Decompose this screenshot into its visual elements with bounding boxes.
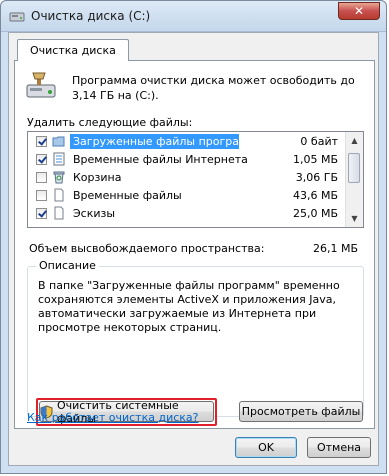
disk-cleanup-large-icon bbox=[25, 71, 59, 101]
checkbox[interactable] bbox=[36, 207, 47, 219]
item-name: Корзина bbox=[73, 170, 122, 184]
cleanup-summary-text: Программа очистки диска может освободить… bbox=[72, 74, 355, 102]
checkbox[interactable] bbox=[36, 189, 47, 201]
description-legend: Описание bbox=[36, 259, 99, 272]
item-name: Загруженные файлы программ bbox=[70, 133, 256, 149]
list-item[interactable]: Эскизы 25,0 МБ bbox=[28, 204, 346, 222]
list-item[interactable]: Корзина 3,06 ГБ bbox=[28, 168, 346, 186]
item-size: 43,6 МБ bbox=[292, 188, 338, 202]
list-item[interactable]: Временные файлы Интернета 1,05 МБ bbox=[28, 150, 346, 168]
ok-button[interactable]: OK bbox=[235, 437, 297, 458]
help-link[interactable]: Как работает очистка диска? bbox=[27, 411, 199, 424]
view-files-button[interactable]: Просмотреть файлы bbox=[239, 401, 363, 422]
title-bar[interactable]: Очистка диска (C:) ✕ bbox=[1, 1, 386, 32]
blank-file-icon bbox=[52, 188, 66, 202]
description-group: Описание В папке "Загруженные файлы прог… bbox=[27, 259, 364, 417]
folder-icon bbox=[52, 134, 66, 148]
tab-panel: Программа очистки диска может освободить… bbox=[14, 60, 375, 429]
list-item[interactable]: Временные файлы 43,6 МБ bbox=[28, 186, 346, 204]
close-icon: ✕ bbox=[353, 4, 365, 18]
blank-file-icon bbox=[52, 206, 66, 220]
item-size: 3,06 ГБ bbox=[295, 170, 338, 184]
list-item[interactable]: Загруженные файлы программ 0 байт bbox=[28, 132, 346, 150]
item-name: Временные файлы bbox=[73, 188, 182, 202]
close-button[interactable]: ✕ bbox=[338, 2, 380, 20]
recycle-bin-icon bbox=[52, 170, 66, 184]
freed-space-value: 26,1 МБ bbox=[312, 242, 358, 255]
dialog-client-area: Очистка диска Программа очистки диска мо… bbox=[8, 32, 379, 466]
item-name: Временные файлы Интернета bbox=[73, 152, 248, 166]
scroll-down-icon[interactable]: ▼ bbox=[346, 210, 363, 227]
files-to-delete-list[interactable]: Загруженные файлы программ 0 байт Времен… bbox=[27, 131, 364, 228]
internet-page-icon bbox=[52, 152, 66, 166]
vertical-scrollbar[interactable]: ▲ ▼ bbox=[345, 132, 363, 227]
tab-disk-cleanup[interactable]: Очистка диска bbox=[17, 39, 129, 61]
freed-space-label: Объем высвобождаемого пространства: bbox=[29, 242, 265, 255]
item-name: Эскизы bbox=[73, 206, 116, 220]
item-size: 25,0 МБ bbox=[292, 206, 338, 220]
scroll-up-icon[interactable]: ▲ bbox=[346, 132, 363, 149]
checkbox[interactable] bbox=[36, 153, 47, 165]
scroll-thumb[interactable] bbox=[348, 153, 360, 183]
disk-cleanup-icon bbox=[9, 9, 25, 23]
item-size: 0 байт bbox=[300, 134, 338, 148]
disk-cleanup-window: Очистка диска (C:) ✕ Очистка диска Прогр… bbox=[0, 0, 387, 474]
item-size: 1,05 МБ bbox=[292, 152, 338, 166]
description-text: В папке "Загруженные файлы программ" вре… bbox=[38, 279, 340, 334]
checkbox[interactable] bbox=[36, 135, 47, 147]
cancel-button[interactable]: Отмена bbox=[307, 437, 371, 458]
checkbox[interactable] bbox=[36, 171, 47, 183]
window-title: Очистка диска (C:) bbox=[31, 9, 151, 23]
files-to-delete-label: Удалить следующие файлы: bbox=[27, 116, 193, 129]
